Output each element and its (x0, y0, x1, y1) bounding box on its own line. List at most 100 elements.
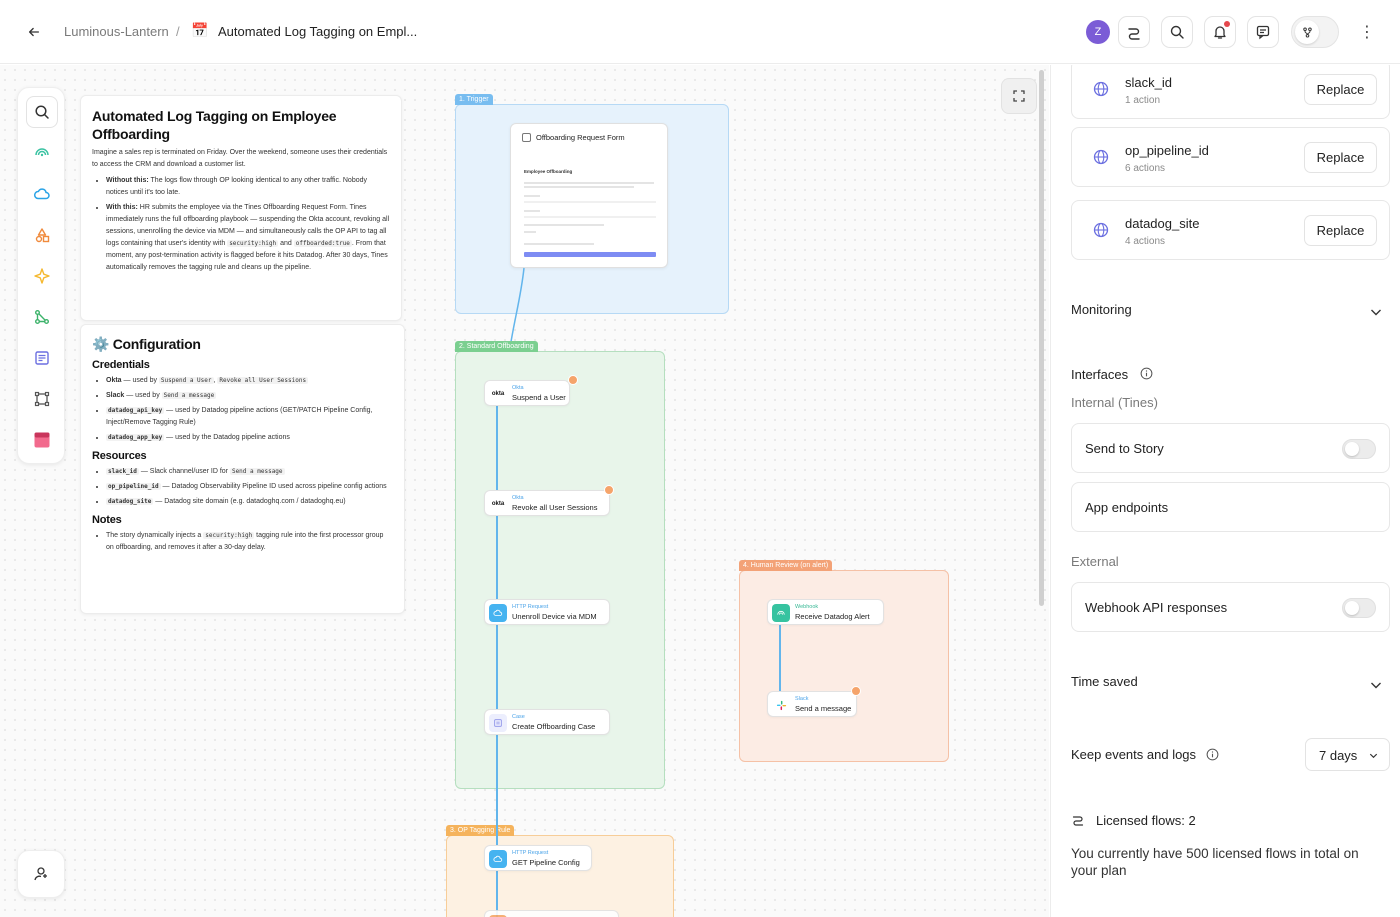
note-overview-title: Automated Log Tagging on Employee Offboa… (92, 108, 337, 142)
tool-group[interactable] (26, 383, 58, 415)
back-arrow-icon[interactable] (22, 20, 46, 44)
avatar[interactable]: Z (1086, 20, 1110, 44)
fit-view-button[interactable] (1001, 78, 1037, 114)
group-review-label: 4. Human Review (on alert) (739, 560, 833, 571)
action-receive-alert[interactable]: Webhook Receive Datadog Alert (767, 599, 884, 625)
comment-icon (1256, 25, 1270, 40)
more-menu-icon[interactable]: ⋮ (1358, 22, 1376, 42)
replace-button[interactable]: Replace (1304, 142, 1377, 173)
form-submit-button[interactable] (524, 252, 656, 257)
canvas-scrollbar[interactable] (1039, 70, 1044, 606)
change-control-toggle[interactable] (1291, 16, 1339, 48)
story-canvas[interactable]: Automated Log Tagging on Employee Offboa… (0, 65, 1049, 917)
res-op-pipeline-id: op_pipeline_id — Datadog Observability P… (106, 481, 393, 493)
credentials-heading: Credentials (92, 359, 150, 371)
form-icon (522, 133, 531, 142)
canvas-search-button[interactable] (26, 96, 58, 128)
note-config-title: ⚙️ Configuration (92, 336, 201, 352)
licensed-flows-icon (1072, 816, 1084, 826)
note-configuration[interactable]: ⚙️ Configuration Credentials Okta — used… (80, 324, 405, 614)
interfaces-heading: Interfaces (1071, 367, 1129, 382)
sticky-note-icon (34, 432, 50, 448)
resource-name: op_pipeline_id (1125, 143, 1209, 158)
notes-heading: Notes (92, 514, 122, 526)
notes-item: The story dynamically injects a security… (106, 530, 393, 554)
breadcrumb-separator: / (176, 24, 180, 39)
replace-button[interactable]: Replace (1304, 215, 1377, 246)
note-overview[interactable]: Automated Log Tagging on Employee Offboa… (80, 95, 402, 321)
action-unenroll-device[interactable]: HTTP Request Unenroll Device via MDM (484, 599, 610, 625)
cred-okta: Okta — used by Suspend a User, Revoke al… (106, 375, 393, 387)
action-next-partial[interactable] (484, 910, 619, 917)
action-send-slack-message[interactable]: Slack Send a message (767, 691, 857, 717)
note-overview-with: With this: HR submits the employee via t… (106, 202, 390, 274)
form-offboarding-request[interactable]: Offboarding Request Form Employee Offboa… (510, 123, 668, 268)
tool-webhook[interactable] (26, 137, 58, 169)
cloud-icon (489, 604, 507, 622)
cloud-icon (489, 850, 507, 868)
action-suspend-user[interactable]: okta Okta Suspend a User (484, 380, 570, 406)
tool-palette (17, 87, 65, 464)
story-title[interactable]: Automated Log Tagging on Empl... (218, 24, 417, 39)
licensed-flows-description: You currently have 500 licensed flows in… (1071, 846, 1359, 878)
notifications-button[interactable] (1204, 16, 1236, 48)
tool-note[interactable] (26, 424, 58, 456)
integrations-icon (34, 867, 47, 881)
keep-events-value: 7 days (1319, 748, 1358, 763)
case-icon (489, 714, 507, 732)
tool-http-request[interactable] (26, 178, 58, 210)
tool-event-transform[interactable] (26, 219, 58, 251)
res-datadog-site: datadog_site — Datadog site domain (e.g.… (106, 496, 393, 508)
story-emoji-icon: 📅 (191, 22, 209, 38)
search-icon (1170, 25, 1184, 39)
cloud-icon (33, 188, 50, 200)
time-saved-section[interactable]: Time saved (1071, 674, 1138, 689)
note-overview-intro: Imagine a sales rep is terminated on Fri… (92, 149, 388, 168)
resource-slack-id: slack_id 1 action Replace (1071, 65, 1390, 119)
okta-icon: okta (491, 391, 505, 397)
comments-button[interactable] (1247, 16, 1279, 48)
app-endpoints-row[interactable]: App endpoints (1071, 482, 1390, 532)
internal-label: Internal (Tines) (1071, 395, 1158, 410)
globe-icon (1093, 81, 1109, 97)
fit-screen-icon (1013, 90, 1025, 102)
resource-op-pipeline-id: op_pipeline_id 6 actions Replace (1071, 127, 1390, 187)
page-icon (35, 351, 49, 365)
okta-icon: okta (491, 501, 505, 507)
flow-icon (35, 310, 49, 324)
resource-usage: 1 action (1125, 95, 1161, 106)
send-to-story-toggle[interactable] (1342, 439, 1376, 459)
resources-heading: Resources (92, 450, 147, 462)
notification-dot (1224, 21, 1230, 27)
webhook-responses-toggle[interactable] (1342, 598, 1376, 618)
search-icon (35, 105, 49, 119)
group-trigger-label: 1. Trigger (455, 94, 493, 105)
action-create-case[interactable]: Case Create Offboarding Case (484, 709, 610, 735)
external-label: External (1071, 554, 1119, 569)
cred-slack: Slack — used by Send a message (106, 390, 393, 402)
breadcrumb-team[interactable]: Luminous-Lantern (64, 24, 169, 39)
info-icon[interactable] (1206, 748, 1219, 761)
res-slack-id: slack_id — Slack channel/user ID for Sen… (106, 466, 393, 478)
action-get-pipeline-config[interactable]: HTTP Request GET Pipeline Config (484, 845, 592, 871)
action-revoke-sessions[interactable]: okta Okta Revoke all User Sessions (484, 490, 610, 516)
chevron-down-icon[interactable] (1369, 678, 1383, 692)
form-card-title: Offboarding Request Form (536, 133, 625, 142)
share-button[interactable] (1118, 16, 1150, 48)
search-button[interactable] (1161, 16, 1193, 48)
tool-send-to-story[interactable] (26, 301, 58, 333)
tool-ai-agent[interactable] (26, 260, 58, 292)
info-icon[interactable] (1140, 367, 1153, 380)
transform-icon (35, 228, 50, 243)
replace-button[interactable]: Replace (1304, 74, 1377, 105)
resource-name: datadog_site (1125, 216, 1200, 231)
connect-tools-button[interactable] (17, 850, 65, 898)
form-card-subtitle: Employee Offboarding (524, 169, 573, 174)
chevron-down-icon (1369, 753, 1378, 759)
monitoring-section[interactable]: Monitoring (1071, 302, 1132, 317)
globe-icon (1093, 222, 1109, 238)
keep-events-select[interactable]: 7 days (1305, 738, 1390, 771)
action-badge (604, 485, 614, 495)
chevron-down-icon[interactable] (1369, 305, 1383, 319)
tool-page[interactable] (26, 342, 58, 374)
